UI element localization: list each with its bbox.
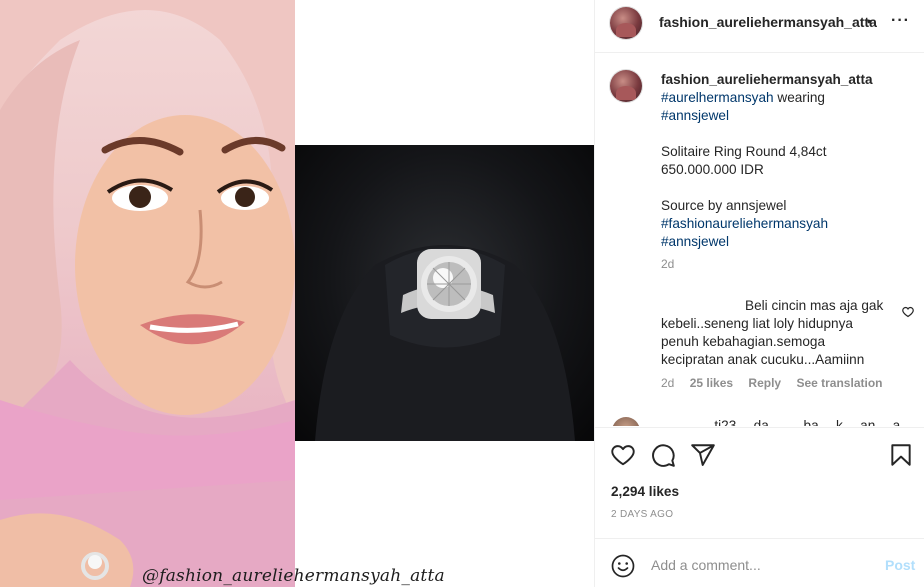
ring-photo	[295, 145, 594, 441]
ring-illustration	[315, 245, 575, 441]
commenter-avatar[interactable]	[612, 417, 640, 426]
caption-username[interactable]: fashion_aureliehermansyah_atta	[661, 71, 911, 89]
comment-line-2: kebeli..seneng liat loly hidupnya	[661, 316, 853, 331]
post-header: fashion_aureliehermansyah_atta • ···	[595, 0, 924, 53]
header-username[interactable]: fashion_aureliehermansyah_atta	[659, 14, 877, 30]
hashtag-link[interactable]: #annsjewel	[661, 233, 911, 251]
comment-item-partial: …………ti23 …da … …ba …k …an …a	[610, 415, 920, 426]
comment-meta: 2d 25 likes Reply See translation	[661, 376, 894, 390]
post-date[interactable]: 2 DAYS AGO	[611, 509, 673, 520]
small-heart-icon[interactable]	[902, 306, 914, 318]
comment-text: Beli cincin mas aja gak kebeli..seneng l…	[661, 297, 895, 369]
add-comment-bar: Post	[595, 538, 924, 588]
comment-preview: …………ti23 …da … …ba …k …an …a	[660, 418, 901, 426]
comment-line-3: penuh kebahagian.semoga	[661, 334, 826, 349]
caption-text: fashion_aureliehermansyah_atta #aurelher…	[661, 71, 911, 251]
caption-line-1-rest: wearing	[773, 90, 825, 105]
comment-likes[interactable]: 25 likes	[690, 376, 733, 390]
post-actions	[595, 427, 924, 488]
post-watermark: @fashion_aureliehermansyah_atta	[142, 566, 445, 586]
emoji-icon[interactable]	[611, 554, 635, 578]
caption-line-1: #aurelhermansyah wearing	[661, 89, 911, 107]
comment-icon[interactable]	[650, 442, 676, 468]
post-sidebar: fashion_aureliehermansyah_atta • ··· fas…	[594, 0, 924, 587]
likes-count[interactable]: 2,294 likes	[611, 484, 679, 499]
portrait-illustration	[0, 0, 295, 587]
heart-icon[interactable]	[610, 442, 636, 468]
portrait-photo	[0, 0, 295, 587]
caption-timestamp[interactable]: 2d	[661, 257, 674, 271]
hashtag-link[interactable]: #annsjewel	[661, 107, 911, 125]
caption-avatar[interactable]	[610, 70, 642, 102]
see-translation-button[interactable]: See translation	[796, 376, 882, 390]
post-media[interactable]: @fashion_aureliehermansyah_atta	[0, 0, 594, 587]
caption-price: 650.000.000 IDR	[661, 162, 764, 177]
hashtag-link[interactable]: #fashionaureliehermansyah	[661, 215, 911, 233]
reply-button[interactable]: Reply	[748, 376, 781, 390]
save-icon[interactable]	[888, 442, 914, 468]
caption-product: Solitaire Ring Round 4,84ct	[661, 144, 827, 159]
caption-source: Source by annsjewel	[661, 198, 787, 213]
comment-line-4: kecipratan anak cucuku...Aamiinn	[661, 352, 865, 367]
separator-dot: •	[867, 13, 872, 29]
hashtag-link[interactable]: #aurelhermansyah	[661, 90, 774, 105]
comment-line-1: Beli cincin mas aja gak	[745, 298, 884, 313]
more-icon[interactable]: ···	[891, 12, 910, 30]
author-avatar[interactable]	[610, 7, 642, 39]
comment-timestamp[interactable]: 2d	[661, 376, 674, 390]
comment-input[interactable]	[651, 553, 871, 577]
comments-scroll-area[interactable]: fashion_aureliehermansyah_atta #aurelher…	[595, 53, 924, 426]
post-comment-button[interactable]: Post	[885, 557, 915, 573]
share-icon[interactable]	[690, 442, 716, 468]
